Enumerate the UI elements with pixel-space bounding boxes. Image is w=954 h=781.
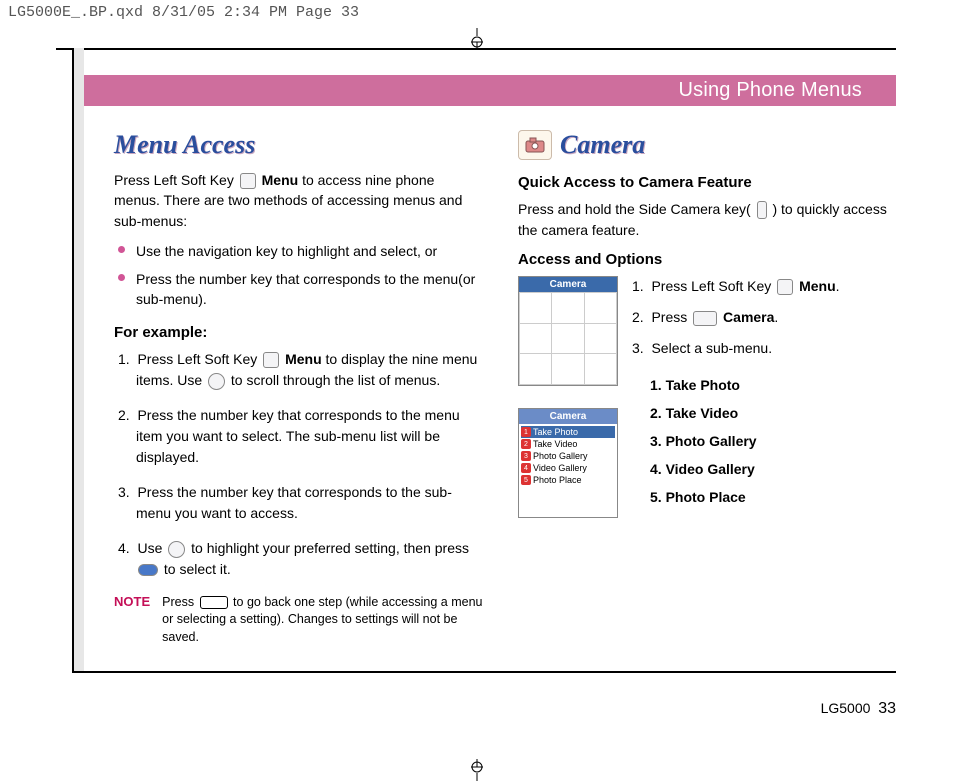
submenu-list: 1. Take Photo 2. Take Video 3. Photo Gal…: [650, 377, 888, 505]
text-bold: Camera: [723, 309, 774, 325]
crop-mark-icon: [471, 28, 483, 50]
note-label: NOTE: [114, 594, 150, 647]
step-number: 3.: [632, 340, 644, 356]
step-number: 1.: [632, 278, 644, 294]
left-column: Menu Access Press Left Soft Key Menu to …: [114, 130, 484, 646]
screenshot-title: Camera: [519, 277, 617, 292]
menu-item: Take Photo: [533, 427, 578, 437]
submenu-item: 3. Photo Gallery: [650, 433, 888, 449]
screenshot-title: Camera: [519, 409, 617, 424]
menu-item: Take Video: [533, 439, 577, 449]
text: Press: [162, 595, 197, 609]
access-steps: 1. Press Left Soft Key Menu. 2. Press Ca…: [632, 276, 888, 540]
content-area: Menu Access Press Left Soft Key Menu to …: [114, 130, 894, 646]
camera-section-icon: [518, 130, 552, 160]
print-file-header: LG5000E_.BP.qxd 8/31/05 2:34 PM Page 33: [8, 4, 359, 21]
right-column: Camera Quick Access to Camera Feature Pr…: [518, 130, 888, 646]
submenu-item: 4. Video Gallery: [650, 461, 888, 477]
step-item: 3. Select a sub-menu.: [632, 338, 888, 359]
phone-screenshots: Camera Camera 1Take Photo 2Take Video 3P…: [518, 276, 618, 540]
footer-page-number: 33: [878, 700, 896, 717]
camera-title-row: Camera: [518, 130, 888, 160]
ok-key-icon: [138, 564, 158, 576]
step-item: 2. Press the number key that corresponds…: [118, 405, 484, 468]
text-bold: Menu: [285, 351, 322, 367]
menu-item: Photo Gallery: [533, 451, 588, 461]
text-bold: Menu: [262, 172, 299, 188]
phone-screenshot-list: Camera 1Take Photo 2Take Video 3Photo Ga…: [518, 408, 618, 518]
page-header-bar: Using Phone Menus: [84, 75, 896, 106]
access-options-layout: Camera Camera 1Take Photo 2Take Video 3P…: [518, 276, 888, 540]
step-number: 4.: [118, 540, 130, 556]
text: Press the number key that corresponds to…: [136, 407, 460, 465]
step-item: 3. Press the number key that corresponds…: [118, 482, 484, 524]
step-number: 2.: [118, 407, 130, 423]
quick-access-heading: Quick Access to Camera Feature: [518, 174, 888, 191]
text: Press Left Soft Key: [651, 278, 775, 294]
text: to highlight your preferred setting, the…: [191, 540, 469, 556]
soft-key-icon: [263, 352, 279, 368]
text: Press Left Soft Key: [114, 172, 238, 188]
text: .: [836, 278, 840, 294]
footer-model: LG5000: [821, 700, 871, 716]
note-text: Press to go back one step (while accessi…: [162, 594, 484, 647]
example-heading: For example:: [114, 324, 484, 341]
submenu-item: 1. Take Photo: [650, 377, 888, 393]
text: Press: [651, 309, 691, 325]
nav-key-icon: [168, 541, 185, 558]
quick-access-text: Press and hold the Side Camera key( ) to…: [518, 199, 888, 241]
text: to scroll through the list of menus.: [231, 372, 440, 388]
step-number: 1.: [118, 351, 130, 367]
text: Press the number key that corresponds to…: [136, 484, 452, 521]
step-number: 3.: [118, 484, 130, 500]
bullet-list: Use the navigation key to highlight and …: [118, 241, 484, 310]
note-block: NOTE Press to go back one step (while ac…: [114, 594, 484, 647]
camera-title: Camera: [560, 130, 645, 160]
back-key-icon: [200, 596, 228, 609]
bullet-item: Use the navigation key to highlight and …: [118, 241, 484, 261]
page-gutter: [72, 48, 84, 671]
step-item: 1. Press Left Soft Key Menu to display t…: [118, 349, 484, 391]
menu-item: Photo Place: [533, 475, 582, 485]
menu-access-title: Menu Access: [114, 130, 484, 160]
page-footer: LG5000 33: [821, 700, 896, 718]
page-header-title: Using Phone Menus: [678, 79, 862, 102]
step-item: 2. Press Camera.: [632, 307, 888, 328]
step-item: 1. Press Left Soft Key Menu.: [632, 276, 888, 297]
footer-rule: [72, 671, 896, 673]
text: .: [774, 309, 778, 325]
side-camera-key-icon: [757, 201, 767, 219]
submenu-item: 5. Photo Place: [650, 489, 888, 505]
soft-key-icon: [777, 279, 793, 295]
step-item: 4. Use to highlight your preferred setti…: [118, 538, 484, 580]
number-1-key-icon: [693, 311, 717, 326]
menu-item: Video Gallery: [533, 463, 587, 473]
text-bold: Menu: [799, 278, 836, 294]
text: to select it.: [164, 561, 231, 577]
quick-access-block: Quick Access to Camera Feature Press and…: [518, 174, 888, 241]
text: Press Left Soft Key: [137, 351, 261, 367]
access-options-heading: Access and Options: [518, 251, 888, 268]
intro-paragraph: Press Left Soft Key Menu to access nine …: [114, 170, 484, 231]
submenu-item: 2. Take Video: [650, 405, 888, 421]
text: Use: [137, 540, 166, 556]
nav-key-icon: [208, 373, 225, 390]
step-number: 2.: [632, 309, 644, 325]
example-steps: 1. Press Left Soft Key Menu to display t…: [118, 349, 484, 580]
text: Press and hold the Side Camera key(: [518, 201, 755, 217]
crop-mark-icon: [471, 759, 483, 781]
text: Select a sub-menu.: [651, 340, 772, 356]
bullet-item: Press the number key that corresponds to…: [118, 269, 484, 310]
soft-key-icon: [240, 173, 256, 189]
phone-screenshot-grid: Camera: [518, 276, 618, 386]
